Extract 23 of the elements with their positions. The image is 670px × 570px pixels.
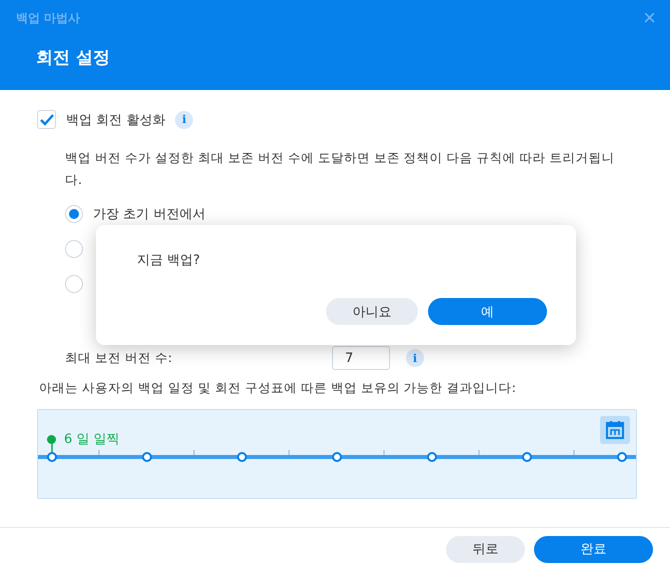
radio-button[interactable] (65, 205, 83, 223)
max-versions-label: 최대 보전 버전 수: (65, 350, 174, 366)
rotation-label: 백업 회전 활성화 (66, 112, 166, 128)
max-versions-field[interactable]: 7 (332, 346, 390, 370)
no-button[interactable]: 아니요 (326, 298, 418, 325)
marker-label: 6 일 일찍 (64, 431, 120, 448)
option-label: 가장 초기 버전에서 (93, 206, 206, 223)
info-icon[interactable]: i (175, 110, 194, 128)
info-icon[interactable]: i (406, 349, 424, 367)
description-text: 백업 버전 수가 설정한 최대 보존 버전 수에 도달하면 보존 정책이 다음 규칙에 따라 트리거됩니다. (65, 149, 616, 189)
back-button[interactable]: 뒤로 (446, 536, 525, 562)
rotation-checkbox[interactable] (37, 110, 56, 129)
radio-button[interactable] (65, 275, 83, 293)
result-text: 아래는 사용자의 백업 일정 및 회전 구성표에 따른 백업 보유의 가능한 결과입니다: (39, 380, 517, 397)
page-title: 회전 설정 (36, 47, 111, 69)
marker-dot (47, 434, 56, 444)
yes-button[interactable]: 예 (428, 298, 547, 325)
window-title: 백업 마법사 (16, 10, 80, 26)
dialog-message: 지금 백업? (137, 252, 202, 269)
radio-button[interactable] (65, 240, 83, 258)
calendar-button[interactable] (600, 416, 630, 444)
calendar-icon (605, 420, 625, 440)
finish-button[interactable]: 완료 (534, 536, 653, 562)
